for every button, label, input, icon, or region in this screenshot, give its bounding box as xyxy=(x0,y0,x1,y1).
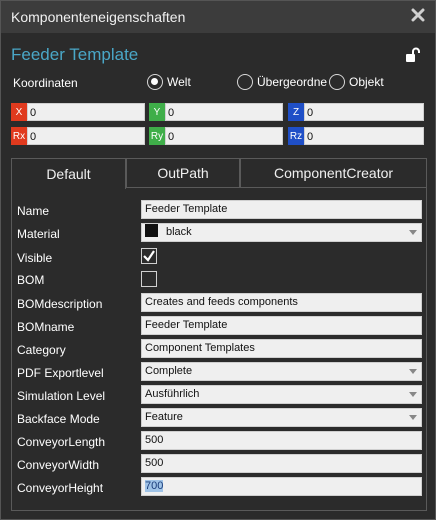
title-bar: Komponenteneigenschaften xyxy=(1,1,435,33)
simulation-level-select[interactable]: Ausführlich xyxy=(141,385,422,404)
label-bomdescription: BOMdescription xyxy=(17,297,103,311)
radio-circle-objekt[interactable] xyxy=(329,74,345,90)
label-category: Category xyxy=(17,343,66,357)
bomname-field[interactable]: Feeder Template xyxy=(141,316,422,335)
label-bomname: BOMname xyxy=(17,320,75,334)
label-material: Material xyxy=(17,227,60,241)
chevron-down-icon xyxy=(409,415,417,420)
label-simulation-level: Simulation Level xyxy=(17,389,106,403)
radio-circle-uebergeordnet[interactable] xyxy=(237,74,253,90)
conveyor-length-field[interactable]: 500 xyxy=(141,431,422,450)
chevron-down-icon xyxy=(409,230,417,235)
coord-rz: Rz 0 xyxy=(288,127,424,145)
coordinates-label: Koordinaten xyxy=(13,76,78,90)
conveyor-height-value: 700 xyxy=(145,480,164,492)
checkmark-icon xyxy=(143,250,155,262)
pdf-exportlevel-select[interactable]: Complete xyxy=(141,362,422,381)
coord-ry: Ry 0 xyxy=(149,127,283,145)
radio-label-objekt: Objekt xyxy=(349,75,384,89)
radio-circle-welt[interactable] xyxy=(147,74,163,90)
name-field[interactable]: Feeder Template xyxy=(141,200,422,219)
label-pdf-exportlevel: PDF Exportlevel xyxy=(17,366,104,380)
coord-input-x[interactable]: 0 xyxy=(27,103,145,121)
label-backface-mode: Backface Mode xyxy=(17,412,100,426)
backface-mode-select[interactable]: Feature xyxy=(141,408,422,427)
material-select[interactable]: black xyxy=(141,223,422,242)
coord-input-rz[interactable]: 0 xyxy=(304,127,424,145)
tab-componentcreator[interactable]: ComponentCreator xyxy=(240,158,427,188)
coord-tag-x: X xyxy=(11,103,27,121)
label-visible: Visible xyxy=(17,251,53,265)
bom-checkbox[interactable] xyxy=(141,271,157,287)
material-value: black xyxy=(166,226,192,238)
chevron-down-icon xyxy=(409,369,417,374)
category-field[interactable]: Component Templates xyxy=(141,339,422,358)
coord-tag-z: Z xyxy=(288,103,304,121)
backface-mode-value: Feature xyxy=(145,411,183,423)
coord-tag-ry: Ry xyxy=(149,127,165,145)
coord-z: Z 0 xyxy=(288,103,424,121)
radio-label-uebergeordnet: Übergeordnet xyxy=(257,75,327,89)
tab-outpath[interactable]: OutPath xyxy=(126,158,240,188)
window-title: Komponenteneigenschaften xyxy=(11,9,186,25)
chevron-down-icon xyxy=(409,392,417,397)
coord-x: X 0 xyxy=(11,103,145,121)
pdf-exportlevel-value: Complete xyxy=(145,365,193,377)
label-bom: BOM xyxy=(17,273,45,287)
coord-tag-rz: Rz xyxy=(288,127,304,145)
radio-objekt[interactable]: Objekt xyxy=(329,74,384,90)
coord-input-y[interactable]: 0 xyxy=(165,103,283,121)
component-name[interactable]: Feeder Template xyxy=(11,45,138,65)
material-swatch xyxy=(145,224,158,237)
conveyor-height-field[interactable]: 700 xyxy=(141,477,422,496)
visible-checkbox[interactable] xyxy=(141,248,157,264)
conveyor-width-field[interactable]: 500 xyxy=(141,454,422,473)
unlock-icon[interactable] xyxy=(405,47,421,63)
coord-input-rx[interactable]: 0 xyxy=(27,127,145,145)
tab-default[interactable]: Default xyxy=(11,158,126,189)
radio-uebergeordnet[interactable]: Übergeordnet xyxy=(237,74,328,90)
coord-input-z[interactable]: 0 xyxy=(304,103,424,121)
coord-tag-y: Y xyxy=(149,103,165,121)
bomdescription-field[interactable]: Creates and feeds components xyxy=(141,293,422,312)
label-conveyor-width: ConveyorWidth xyxy=(17,458,100,472)
radio-label-welt: Welt xyxy=(167,75,191,89)
coord-input-ry[interactable]: 0 xyxy=(165,127,283,145)
coord-tag-rx: Rx xyxy=(11,127,27,145)
simulation-level-value: Ausführlich xyxy=(145,388,200,400)
label-conveyor-length: ConveyorLength xyxy=(17,435,106,449)
close-icon[interactable] xyxy=(411,8,425,22)
label-conveyor-height: ConveyorHeight xyxy=(17,481,104,495)
properties-panel: Komponenteneigenschaften Feeder Template… xyxy=(0,0,436,520)
coord-y: Y 0 xyxy=(149,103,283,121)
coord-rx: Rx 0 xyxy=(11,127,145,145)
radio-welt[interactable]: Welt xyxy=(147,74,191,90)
label-name: Name xyxy=(17,204,50,218)
